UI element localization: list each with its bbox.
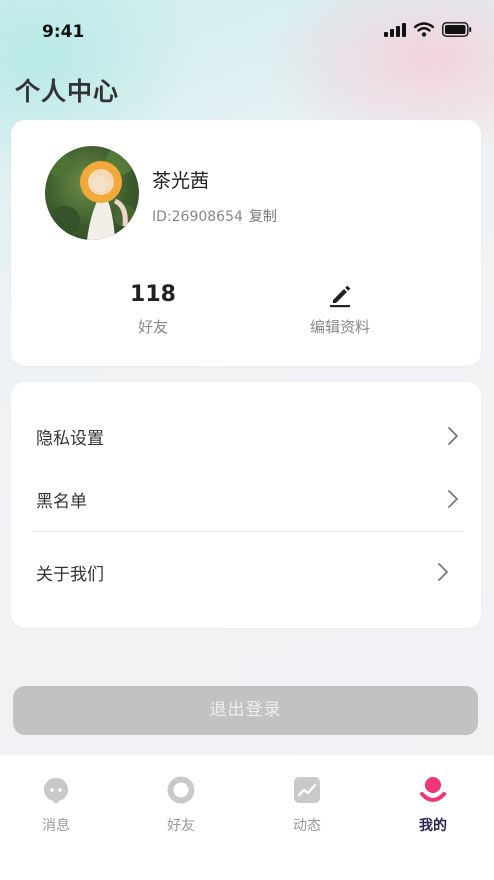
wifi-icon [414,22,434,37]
cellular-signal-icon [384,22,406,37]
chat-bubble-icon [44,778,68,804]
ring-icon [167,776,195,804]
status-time: 9:41 [42,22,85,42]
tab-label: 动态 [293,818,321,834]
logout-button[interactable]: 退出登录 [13,686,478,735]
menu-item-about-us[interactable]: 关于我们 [11,546,481,596]
avatar-photo [48,147,136,240]
battery-icon [442,22,472,37]
status-icons [384,22,472,37]
user-id-row: ID:26908654 复制 [152,206,277,226]
chevron-right-icon [438,563,448,581]
tab-label: 消息 [42,818,70,834]
menu-item-privacy-settings[interactable]: 隐私设置 [11,410,481,460]
friends-label: 好友 [137,318,168,336]
friends-count: 118 [130,282,176,307]
chevron-right-icon [448,427,458,445]
bottom-tab-bar: 消息 好友 动态 我的 [0,755,494,880]
tab-label: 好友 [167,818,195,834]
page-title: 个人中心 [15,77,120,106]
menu-item-label: 黑名单 [36,492,87,512]
tab-messages[interactable]: 消息 [16,775,96,835]
smile-profile-icon [420,777,446,802]
trend-chart-icon [294,777,320,803]
copy-id-button[interactable]: 复制 [249,209,277,225]
avatar[interactable] [45,146,139,240]
profile-card: 茶光茜 ID:26908654 复制 118 好友 编辑资料 [11,120,481,366]
tab-friends[interactable]: 好友 [141,775,221,835]
friends-stat[interactable]: 118 好友 [93,280,213,337]
tab-me[interactable]: 我的 [393,775,473,835]
settings-menu-card: 隐私设置 黑名单 关于我们 [11,382,481,628]
tab-label: 我的 [419,818,447,834]
edit-profile-button[interactable]: 编辑资料 [280,280,400,337]
menu-item-label: 关于我们 [36,565,104,585]
user-name: 茶光茜 [152,170,210,192]
menu-item-blacklist[interactable]: 黑名单 [11,473,481,523]
status-bar: 9:41 [0,0,494,60]
pencil-icon [330,285,351,308]
chevron-right-icon [448,490,458,508]
menu-divider [33,531,463,532]
tab-moments[interactable]: 动态 [267,775,347,835]
edit-profile-label: 编辑资料 [309,318,370,336]
menu-item-label: 隐私设置 [36,429,104,449]
user-id: ID:26908654 [152,209,243,225]
